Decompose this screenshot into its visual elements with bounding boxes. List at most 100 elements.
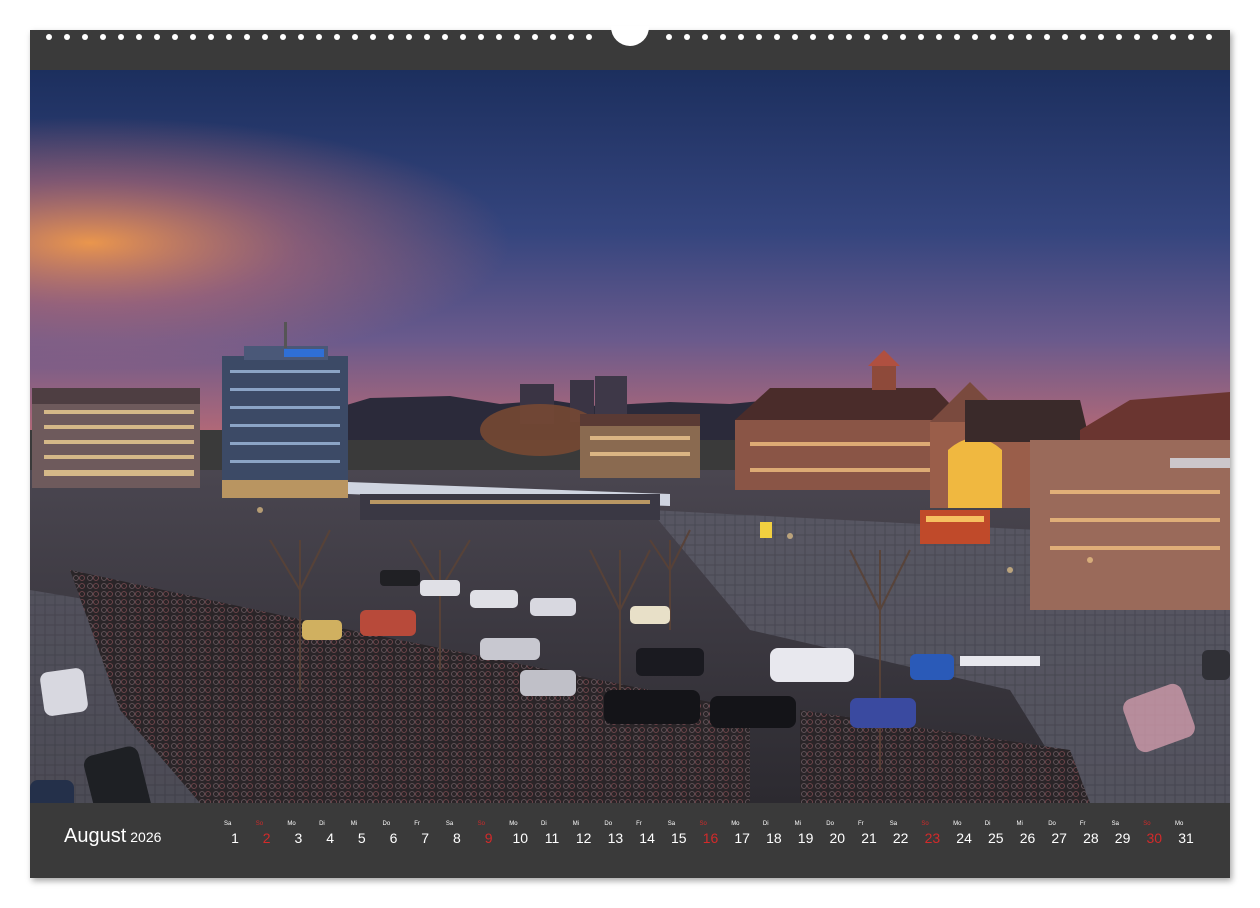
calendar-day: Mo 10 [505, 821, 535, 846]
binding-hole [1080, 34, 1086, 40]
calendar-day: Di 18 [759, 821, 789, 846]
calendar-day: Fr 14 [632, 821, 662, 846]
calendar-photo [30, 70, 1230, 803]
calendar-day: Sa 1 [220, 821, 250, 846]
weekday-label: Sa [667, 821, 676, 827]
binding-hole [82, 34, 88, 40]
day-number: 24 [956, 830, 972, 846]
day-number: 11 [544, 830, 560, 846]
binding-hole [262, 34, 268, 40]
day-strip: Sa 1 So 2 Mo 3 Di 4 Mi 5 Do 6 Fr 7 Sa 8 So 9 Mo 10 Di 11 Mi 12 D… [220, 821, 1220, 861]
day-number: 2 [262, 830, 271, 846]
weekday-label: Fr [858, 821, 864, 827]
calendar-day: Mo 24 [949, 821, 979, 846]
binding-hole [334, 34, 340, 40]
binding-hole [442, 34, 448, 40]
binding-hole [972, 34, 978, 40]
binding-hole [1098, 34, 1104, 40]
weekday-label: Do [1048, 821, 1056, 827]
calendar-day: Sa 15 [664, 821, 694, 846]
station-square-night-photo [30, 70, 1230, 803]
binding-hole [756, 34, 762, 40]
day-number: 10 [512, 830, 529, 846]
calendar-day: Do 13 [600, 821, 630, 846]
binding-hole [1206, 34, 1212, 40]
binding-hole [118, 34, 124, 40]
calendar-day: Do 6 [379, 821, 409, 846]
day-number: 5 [357, 830, 366, 846]
binding-hole [424, 34, 430, 40]
binding-hole [1134, 34, 1140, 40]
binding-hole [406, 34, 412, 40]
weekday-label: Fr [414, 821, 420, 827]
day-number: 16 [702, 830, 719, 846]
binding-hole [1116, 34, 1122, 40]
binding-hole [774, 34, 780, 40]
calendar-day: Mo 3 [283, 821, 313, 846]
calendar-day: Sa 29 [1108, 821, 1138, 846]
calendar-day: Mo 31 [1171, 821, 1201, 846]
weekday-label: Di [984, 821, 991, 827]
binding-hole [702, 34, 708, 40]
binding-hole [1188, 34, 1194, 40]
binding-hole [918, 34, 924, 40]
calendar-day: Di 11 [537, 821, 567, 846]
binding-hole [532, 34, 538, 40]
day-number: 26 [1019, 830, 1036, 846]
day-number: 12 [575, 830, 592, 846]
binding-hole [298, 34, 304, 40]
weekday-label: Sa [445, 821, 454, 827]
binding-hole [864, 34, 870, 40]
binding-hole [190, 34, 196, 40]
day-number: 21 [861, 830, 877, 846]
binding-hole [172, 34, 178, 40]
binding-hole [1062, 34, 1068, 40]
day-number: 17 [734, 830, 750, 846]
weekday-label: So [1143, 821, 1151, 827]
binding-hole [280, 34, 286, 40]
binding-hole [154, 34, 160, 40]
weekday-label: Mo [953, 821, 962, 827]
day-number: 30 [1146, 830, 1163, 846]
calendar-day: Mi 26 [1013, 821, 1043, 846]
weekday-label: Do [826, 821, 834, 827]
binding-hole [936, 34, 942, 40]
weekday-label: Sa [889, 821, 898, 827]
binding-hole [792, 34, 798, 40]
calendar-day: So 16 [696, 821, 726, 846]
day-number: 28 [1083, 830, 1099, 846]
calendar-day: So 30 [1139, 821, 1169, 846]
month-name: August [64, 825, 127, 847]
calendar-day: Fr 28 [1076, 821, 1106, 846]
binding-hole [1008, 34, 1014, 40]
binding-hole [514, 34, 520, 40]
binding-hole [810, 34, 816, 40]
binding-hole [846, 34, 852, 40]
weekday-label: Sa [224, 821, 232, 827]
day-number: 27 [1051, 830, 1067, 846]
weekday-label: Mi [1016, 821, 1023, 827]
weekday-label: Di [762, 821, 769, 827]
binding-hole [136, 34, 142, 40]
weekday-label: Mo [509, 821, 518, 827]
day-number: 22 [892, 830, 909, 846]
day-number: 13 [607, 830, 624, 846]
weekday-label: Fr [1079, 821, 1086, 827]
binding-hole [64, 34, 70, 40]
calendar-day: So 23 [917, 821, 947, 846]
weekday-label: Mi [350, 821, 358, 827]
binding-hole [720, 34, 726, 40]
day-number: 15 [671, 830, 687, 846]
calendar-day: Do 27 [1044, 821, 1074, 846]
day-number: 14 [639, 830, 655, 846]
calendar-day: Mi 19 [791, 821, 821, 846]
weekday-label: Mi [794, 821, 801, 827]
binding-hole [478, 34, 484, 40]
day-number: 20 [829, 830, 846, 846]
day-number: 7 [421, 830, 430, 846]
binding-hole [244, 34, 250, 40]
day-number: 19 [797, 830, 814, 846]
binding-hole [46, 34, 52, 40]
day-number: 6 [389, 830, 398, 846]
day-number: 1 [231, 830, 239, 846]
